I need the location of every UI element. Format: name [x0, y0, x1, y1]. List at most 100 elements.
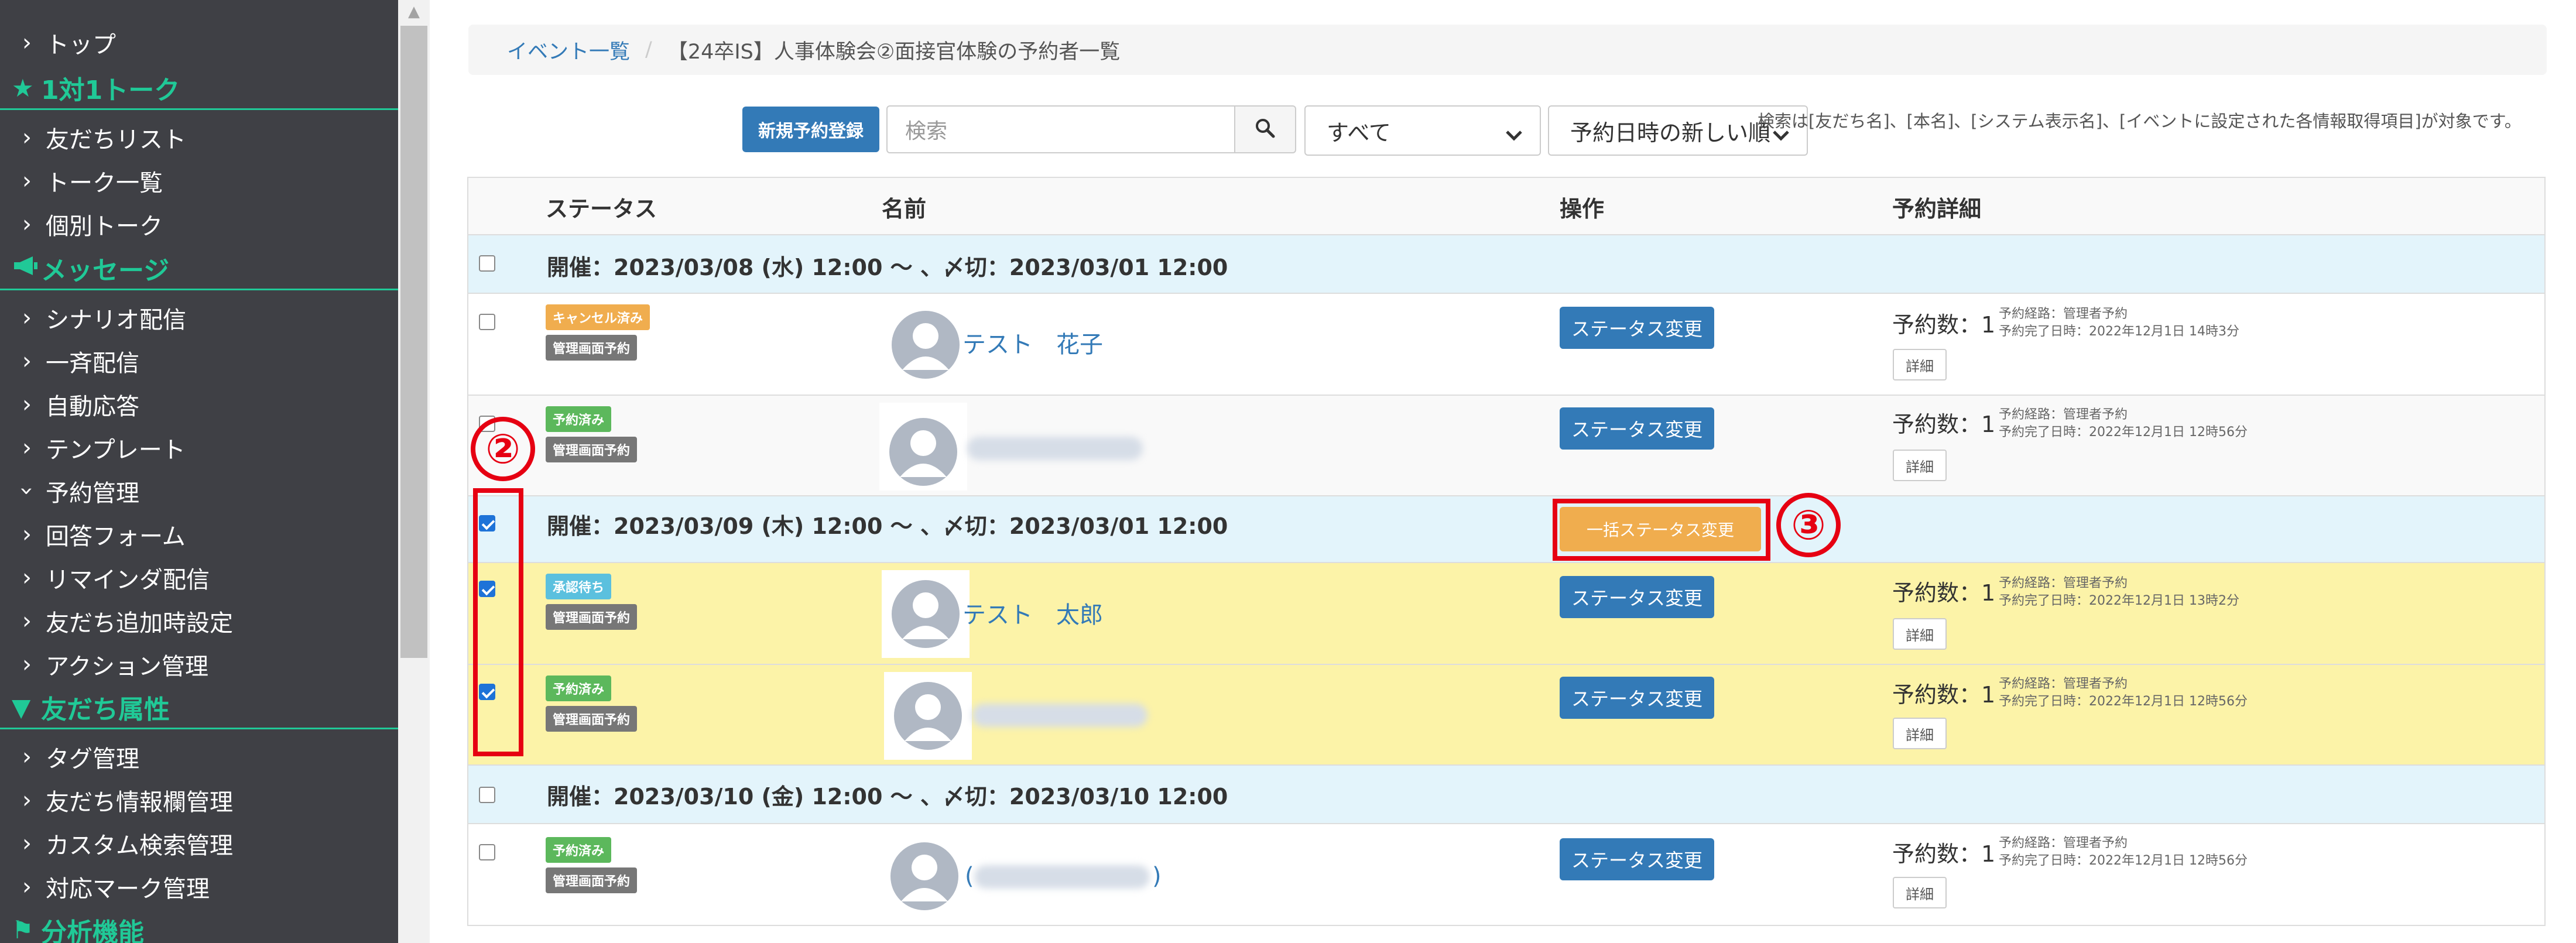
status-badge: 予約済み — [546, 406, 612, 432]
reservation-route: 予約経路：管理者予約 — [1999, 677, 2128, 691]
sidebar-item-answer-form[interactable]: › 回答フォーム — [0, 513, 398, 556]
bulk-button-highlight — [1553, 499, 1770, 561]
date-group-row: 開催：2023/03/10 (金) 12:00 〜 、〆切：2023/03/10… — [468, 766, 2544, 824]
column-header-detail: 予約詳細 — [1892, 196, 1982, 222]
avatar — [884, 672, 972, 760]
status-change-button[interactable]: ステータス変更 — [1560, 576, 1714, 618]
search-icon — [1255, 118, 1276, 141]
reservation-count: 予約数：1 — [1892, 580, 1996, 606]
chevron-right-icon: › — [22, 787, 32, 814]
breadcrumb-separator: / — [645, 38, 652, 61]
sidebar-item-top[interactable]: › トップ — [0, 21, 398, 64]
blurred-user-name — [967, 437, 1143, 460]
sidebar-item-broadcast[interactable]: › 一斉配信 — [0, 340, 398, 383]
chevron-right-icon: › — [22, 124, 32, 151]
status-filter-select[interactable]: すべて — [1304, 105, 1541, 156]
sidebar-item-scenario-delivery[interactable]: › シナリオ配信 — [0, 296, 398, 340]
sort-order-value: 予約日時の新しい順 — [1570, 119, 1771, 146]
table-header-row: ステータス 名前 操作 予約詳細 — [468, 178, 2544, 235]
breadcrumb-current: 【24卒IS】人事体験会②面接官体験の予約者一覧 — [667, 40, 1121, 64]
sidebar-item-response-mark[interactable]: › 対応マーク管理 — [0, 865, 398, 908]
date-group-label: 開催：2023/03/08 (水) 12:00 〜 、〆切：2023/03/01… — [547, 255, 1228, 280]
avatar — [882, 570, 970, 658]
sidebar-item-template[interactable]: › テンプレート — [0, 426, 398, 469]
reservation-completed-at: 予約完了日時：2022年12月1日 12時56分 — [1999, 853, 2248, 868]
reservation-route: 予約経路：管理者予約 — [1999, 576, 2128, 591]
row-checkbox[interactable] — [479, 314, 495, 330]
sidebar-item-custom-search[interactable]: › カスタム検索管理 — [0, 822, 398, 865]
reservation-count: 予約数：1 — [1892, 412, 1996, 437]
sidebar-item-reminder[interactable]: › リマインダ配信 — [0, 556, 398, 599]
status-change-button[interactable]: ステータス変更 — [1560, 838, 1714, 880]
sidebar-item-friend-list[interactable]: › 友だちリスト — [0, 116, 398, 159]
scroll-up-arrow-icon[interactable]: ▲ — [398, 0, 430, 23]
megaphone-icon — [12, 254, 40, 283]
blurred-user-name — [974, 865, 1150, 889]
scrollbar-thumb[interactable] — [400, 26, 427, 658]
status-change-button[interactable]: ステータス変更 — [1560, 407, 1714, 450]
sidebar-item-friend-info-fields[interactable]: › 友だち情報欄管理 — [0, 779, 398, 822]
new-reservation-button[interactable]: 新規予約登録 — [742, 107, 879, 152]
avatar — [879, 403, 967, 491]
reservation-meta: 予約経路：管理者予約 予約完了日時：2022年12月1日 12時56分 — [1999, 406, 2248, 441]
chevron-right-icon: › — [22, 304, 32, 331]
chevron-right-icon: › — [22, 211, 32, 238]
breadcrumb-link-event-list[interactable]: イベント一覧 — [507, 35, 630, 65]
main-content: イベント一覧 / 【24卒IS】人事体験会②面接官体験の予約者一覧 新規予約登録… — [430, 0, 2576, 943]
sidebar-item-individual-talk[interactable]: › 個別トーク — [0, 203, 398, 246]
detail-button[interactable]: 詳細 — [1893, 718, 1947, 749]
annotation-marker-2: ② — [471, 417, 535, 481]
sidebar-item-action-management[interactable]: › アクション管理 — [0, 643, 398, 686]
reservation-meta: 予約経路：管理者予約 予約完了日時：2022年12月1日 13時2分 — [1999, 575, 2239, 610]
chevron-down-icon — [1505, 123, 1523, 149]
sidebar-item-friend-add-settings[interactable]: › 友だち追加時設定 — [0, 599, 398, 643]
annotation-marker-3: ③ — [1776, 493, 1841, 557]
search-button[interactable] — [1234, 105, 1296, 153]
table-row: 予約済み 管理画面予約 ( ) ステータス変更 予約数：1 予約経路：管理者予約… — [468, 824, 2544, 925]
chevron-right-icon: › — [22, 521, 32, 548]
status-change-button[interactable]: ステータス変更 — [1560, 677, 1714, 719]
sidebar-item-auto-reply[interactable]: › 自動応答 — [0, 383, 398, 426]
reservation-count: 予約数：1 — [1892, 841, 1996, 867]
status-filter-value: すべて — [1327, 119, 1391, 146]
sidebar-scrollbar[interactable]: ▲ — [398, 0, 430, 943]
detail-button[interactable]: 詳細 — [1893, 450, 1947, 481]
detail-button[interactable]: 詳細 — [1893, 618, 1947, 650]
sidebar-section-1on1-talk[interactable]: ★ 1対1トーク — [0, 67, 398, 110]
sidebar: › トップ ★ 1対1トーク › 友だちリスト › トーク一覧 › 個別トーク メッセージ… — [0, 0, 398, 943]
breadcrumb: イベント一覧 / 【24卒IS】人事体験会②面接官体験の予約者一覧 — [468, 25, 2547, 75]
row-checkbox[interactable] — [479, 844, 495, 860]
status-badge: キャンセル済み — [546, 304, 650, 330]
star-icon: ★ — [12, 74, 34, 102]
sidebar-item-talk-list[interactable]: › トーク一覧 — [0, 159, 398, 203]
date-group-label: 開催：2023/03/10 (金) 12:00 〜 、〆切：2023/03/10… — [547, 784, 1228, 810]
user-name-link[interactable]: テスト 太郎 — [962, 596, 1103, 630]
reservation-completed-at: 予約完了日時：2022年12月1日 12時56分 — [1999, 425, 2248, 440]
reservation-completed-at: 予約完了日時：2022年12月1日 14時3分 — [1999, 324, 2239, 339]
flag-icon: ⚑ — [12, 915, 34, 943]
reservation-count: 予約数：1 — [1892, 312, 1996, 338]
sidebar-section-message[interactable]: メッセージ — [0, 247, 398, 290]
user-name-link[interactable]: テスト 花子 — [962, 325, 1103, 359]
status-badge: 予約済み — [546, 837, 612, 863]
source-badge: 管理画面予約 — [546, 706, 638, 732]
table-row: 予約済み 管理画面予約 ステータス変更 予約数：1 予約経路：管理者予約 予約完了… — [468, 396, 2544, 496]
sidebar-section-friend-attributes[interactable]: ▼ 友だち属性 — [0, 686, 398, 729]
date-group-row: 開催：2023/03/08 (水) 12:00 〜 、〆切：2023/03/01… — [468, 235, 2544, 294]
group-checkbox[interactable] — [479, 787, 495, 803]
detail-button[interactable]: 詳細 — [1893, 349, 1947, 380]
status-change-button[interactable]: ステータス変更 — [1560, 307, 1714, 349]
source-badge: 管理画面予約 — [546, 867, 638, 893]
group-checkbox[interactable] — [479, 255, 495, 272]
chevron-right-icon: › — [22, 830, 32, 857]
chevron-right-icon: › — [22, 434, 32, 461]
source-badge: 管理画面予約 — [546, 437, 638, 462]
sidebar-section-analytics[interactable]: ⚑ 分析機能 — [0, 908, 398, 943]
sidebar-item-reservation[interactable]: › 予約管理 — [0, 469, 398, 513]
source-badge: 管理画面予約 — [546, 335, 638, 361]
chevron-right-icon: › — [22, 743, 32, 770]
detail-button[interactable]: 詳細 — [1893, 877, 1947, 908]
sidebar-item-tag-management[interactable]: › タグ管理 — [0, 735, 398, 779]
search-input[interactable]: 検索 — [886, 105, 1235, 153]
source-badge: 管理画面予約 — [546, 604, 638, 630]
